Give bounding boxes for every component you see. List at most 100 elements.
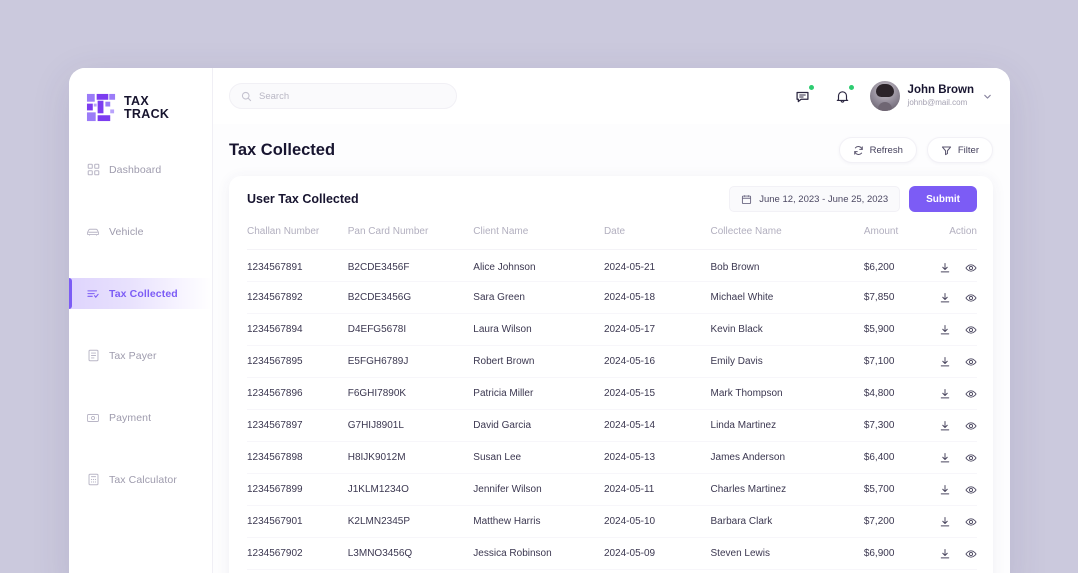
cell-collectee-name: Mark Thompson (710, 377, 864, 410)
cell-date: 2024-05-17 (603, 313, 711, 346)
cell-amount: $5,900 (863, 313, 937, 346)
nav-gap (69, 185, 212, 216)
table-row[interactable]: 1234567901 K2LMN2345P Matthew Harris 2024-0… (247, 505, 977, 538)
table-container: Challan Number Pan Card Number Client Na… (229, 222, 993, 573)
card-header-actions: June 12, 2023 - June 25, 2023 Submit (729, 186, 977, 212)
cell-action (936, 377, 977, 410)
table-row[interactable]: 1234567899 J1KLM1234O Jennifer Wilson 2024-… (247, 473, 977, 506)
bell-notification-dot (847, 84, 855, 91)
calendar-icon (741, 194, 752, 205)
eye-icon[interactable] (965, 420, 977, 432)
download-icon[interactable] (939, 292, 951, 304)
main-content: John Brown johnb@mail.com Tax Collected (213, 68, 1010, 573)
cell-date: 2024-05-13 (603, 441, 711, 474)
date-range-picker[interactable]: June 12, 2023 - June 25, 2023 (729, 186, 901, 212)
money-icon (86, 411, 100, 425)
download-icon[interactable] (939, 388, 951, 400)
cell-collectee-name: James Anderson (710, 441, 864, 474)
document-icon (86, 349, 100, 363)
notifications-button[interactable] (830, 83, 856, 109)
cell-collectee-name: Barbara Clark (710, 505, 864, 538)
refresh-button[interactable]: Refresh (838, 137, 917, 163)
topbar-actions: John Brown johnb@mail.com (790, 81, 993, 111)
table-row[interactable]: 1234567898 H8IJK9012M Susan Lee 2024-05-13 J… (247, 441, 977, 474)
cell-challan-number: 1234567892 (247, 281, 348, 314)
list-check-icon (86, 287, 100, 301)
nav-gap (69, 371, 212, 402)
cell-amount: $5,700 (863, 473, 937, 506)
column-header-action: Action (936, 222, 977, 250)
eye-icon[interactable] (965, 292, 977, 304)
cell-amount: $7,300 (863, 409, 937, 442)
eye-icon[interactable] (965, 452, 977, 464)
cell-date: 2024-05-14 (603, 409, 711, 442)
cell-pan-card-number: G7HIJ8901L (347, 409, 474, 442)
cell-client-name: Susan Lee (473, 441, 604, 474)
cell-collectee-name: Michael White (710, 281, 864, 314)
chevron-down-icon[interactable] (982, 91, 993, 102)
cell-amount: $6,200 (863, 249, 937, 282)
sidebar-item-payment[interactable]: Payment (69, 402, 212, 433)
nav-gap (69, 247, 212, 278)
brand-logo[interactable]: TAX TRACK (69, 82, 212, 128)
table-row[interactable]: 1234567891 B2CDE3456F Alice Johnson 2024-05… (247, 249, 977, 282)
cell-action (936, 281, 977, 314)
sidebar-item-tax-payer[interactable]: Tax Payer (69, 340, 212, 371)
grid-icon (86, 163, 100, 177)
table-row[interactable]: 1234567894 D4EFG5678I Laura Wilson 2024-05-… (247, 313, 977, 346)
sidebar-item-label: Payment (109, 411, 152, 424)
cell-challan-number: 1234567901 (247, 505, 348, 538)
column-header-challan-number: Challan Number (247, 222, 348, 250)
sidebar-item-label: Tax Payer (109, 349, 157, 362)
search-input[interactable] (259, 90, 445, 102)
table-row[interactable]: 1234567902 L3MNO3456Q Jessica Robinson 2024… (247, 537, 977, 570)
search-box[interactable] (229, 83, 457, 109)
cell-client-name: Alice Johnson (473, 249, 604, 282)
card-header: User Tax Collected June 12, 2023 - June … (229, 176, 993, 222)
download-icon[interactable] (939, 262, 951, 274)
cell-challan-number: 1234567894 (247, 313, 348, 346)
download-icon[interactable] (939, 484, 951, 496)
cell-amount: $6,400 (863, 441, 937, 474)
cell-date: 2024-05-18 (603, 281, 711, 314)
download-icon[interactable] (939, 516, 951, 528)
nav-gap (69, 309, 212, 340)
messages-button[interactable] (790, 83, 816, 109)
user-menu[interactable]: John Brown johnb@mail.com (869, 81, 993, 111)
eye-icon[interactable] (965, 548, 977, 560)
eye-icon[interactable] (965, 388, 977, 400)
download-icon[interactable] (939, 548, 951, 560)
cell-challan-number: 1234567902 (247, 537, 348, 570)
cell-date: 2024-05-09 (603, 537, 711, 570)
download-icon[interactable] (939, 356, 951, 368)
eye-icon[interactable] (965, 516, 977, 528)
table-header-row: Challan Number Pan Card Number Client Na… (247, 222, 977, 250)
submit-button[interactable]: Submit (909, 186, 977, 212)
cell-date: 2024-05-15 (603, 377, 711, 410)
download-icon[interactable] (939, 324, 951, 336)
refresh-label: Refresh (869, 144, 903, 156)
eye-icon[interactable] (965, 324, 977, 336)
cell-challan-number: 1234567897 (247, 409, 348, 442)
eye-icon[interactable] (965, 356, 977, 368)
filter-button[interactable]: Filter (926, 137, 993, 163)
cell-pan-card-number: L3MNO3456Q (347, 537, 474, 570)
sidebar-item-tax-collected[interactable]: Tax Collected (69, 278, 212, 309)
eye-icon[interactable] (965, 262, 977, 274)
sidebar-item-vehicle[interactable]: Vehicle (69, 216, 212, 247)
cell-pan-card-number: J1KLM1234O (347, 473, 474, 506)
cell-amount: $7,850 (863, 281, 937, 314)
sidebar-item-tax-calculator[interactable]: Tax Calculator (69, 464, 212, 495)
sidebar-item-dashboard[interactable]: Dashboard (69, 154, 212, 185)
table-row[interactable]: 1234567895 E5FGH6789J Robert Brown 2024-05-… (247, 345, 977, 378)
cell-action (936, 249, 977, 282)
download-icon[interactable] (939, 452, 951, 464)
download-icon[interactable] (939, 420, 951, 432)
eye-icon[interactable] (965, 484, 977, 496)
table-row[interactable]: 1234567897 G7HIJ8901L David Garcia 2024-05-… (247, 409, 977, 442)
column-header-collectee-name: Collectee Name (710, 222, 864, 250)
cell-date: 2024-05-16 (603, 345, 711, 378)
table-body: 1234567891 B2CDE3456F Alice Johnson 2024-05… (247, 249, 977, 570)
table-row[interactable]: 1234567892 B2CDE3456G Sara Green 2024-05-18… (247, 281, 977, 314)
table-row[interactable]: 1234567896 F6GHI7890K Patricia Miller 2024-… (247, 377, 977, 410)
